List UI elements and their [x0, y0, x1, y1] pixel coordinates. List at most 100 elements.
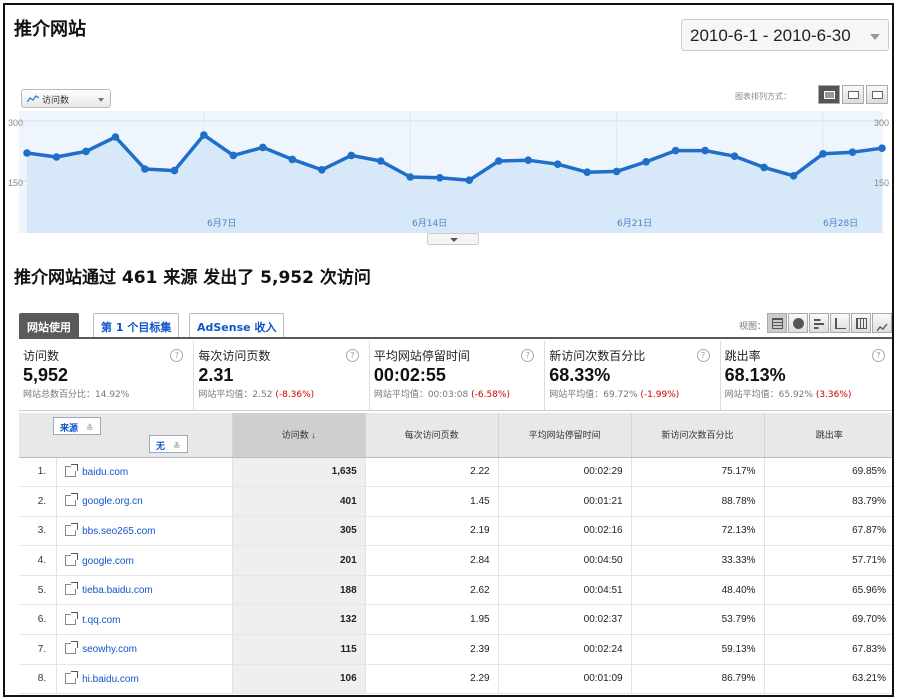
column-header-avg-time[interactable]: 平均网站停留时间 [498, 413, 632, 458]
scorecard: 访问数 5,952 网站总数百分比：14.92% ? 每次访问页数 2.31 网… [19, 341, 892, 411]
help-icon[interactable]: ? [872, 349, 886, 362]
new-visits-cell: 59.13% [631, 634, 765, 665]
scorecard-visits[interactable]: 访问数 5,952 网站总数百分比：14.92% ? [19, 341, 195, 410]
data-point-6/24[interactable] [701, 146, 709, 155]
chart-style-day-button[interactable] [818, 85, 840, 104]
source-link[interactable]: google.org.cn [82, 496, 143, 507]
data-point-6/19[interactable] [553, 160, 562, 168]
scorecard-pages-per-visit[interactable]: 每次访问页数 2.31 网站平均值：2.52 (-8.36%) ? [194, 341, 370, 410]
external-link-icon[interactable] [65, 493, 79, 507]
tab-site-usage[interactable]: 网站使用 [19, 313, 79, 337]
pages-per-visit-cell: 1.95 [365, 604, 499, 636]
external-link-icon[interactable] [65, 463, 79, 477]
bounce-rate-cell: 67.87% [764, 516, 892, 547]
data-point-6/6[interactable] [170, 166, 179, 175]
scorecard-value: 2.31 [198, 365, 234, 385]
view-bar-button[interactable] [809, 313, 829, 333]
data-point-6/23[interactable] [671, 146, 680, 155]
date-range-picker[interactable]: 2010-6-1 - 2010-6-30 [681, 19, 889, 51]
data-point-6/3[interactable] [82, 147, 90, 156]
view-label: 视图： [739, 322, 767, 332]
data-point-6/27[interactable] [789, 172, 798, 180]
data-point-6/7[interactable] [200, 131, 208, 139]
source-link[interactable]: google.com [82, 556, 134, 567]
view-trend-button[interactable] [872, 313, 892, 333]
bounce-rate-cell: 83.79% [764, 486, 892, 517]
view-table-button[interactable] [767, 313, 787, 333]
data-point-6/18[interactable] [524, 156, 533, 164]
avg-time-cell: 00:02:16 [498, 516, 632, 547]
data-point-6/1[interactable] [23, 149, 31, 157]
column-header-bounce-rate[interactable]: 跳出率 [764, 413, 892, 458]
data-point-6/16[interactable] [465, 176, 474, 184]
pages-per-visit-cell: 2.22 [365, 457, 499, 488]
external-link-icon[interactable] [65, 552, 79, 566]
table-view-icon [772, 318, 783, 329]
secondary-dimension-button[interactable]: 无 ≚ [149, 434, 188, 453]
collapse-chart-handle[interactable] [427, 233, 479, 245]
y-tick-300-left: 300 [8, 118, 23, 128]
graph-metric-selector[interactable]: 访问数 [21, 89, 111, 108]
tab-adsense-revenue[interactable]: AdSense 收入 [189, 313, 285, 337]
source-link[interactable]: baidu.com [82, 467, 128, 478]
source-link[interactable]: t.qq.com [82, 615, 120, 626]
column-header-visits[interactable]: 访问数 ↓ [232, 413, 366, 458]
view-comparison-button[interactable] [830, 313, 850, 333]
data-point-6/12[interactable] [347, 151, 356, 160]
help-icon[interactable]: ? [345, 349, 359, 362]
visits-cell: 132 [232, 604, 366, 636]
view-pie-button[interactable] [788, 313, 808, 333]
column-header-pages-per-visit[interactable]: 每次访问页数 [365, 413, 499, 458]
external-link-icon[interactable] [65, 641, 79, 655]
source-cell: bbs.seo265.com [56, 516, 233, 547]
chart-style-label: 图表排列方式： [735, 92, 791, 101]
scorecard-sub: 网站平均值：2.52 (-8.36%) [198, 387, 368, 400]
data-point-6/29[interactable] [848, 148, 857, 156]
bounce-rate-cell: 65.96% [764, 575, 892, 606]
data-point-6/13[interactable] [376, 157, 385, 165]
tab-goal-set-1[interactable]: 第 1 个目标集 [93, 313, 180, 337]
data-point-6/5[interactable] [141, 165, 149, 173]
scorecard-sub: 网站总数百分比：14.92% [23, 387, 193, 400]
source-link[interactable]: tieba.baidu.com [82, 585, 153, 596]
source-link[interactable]: seowhy.com [82, 644, 137, 655]
data-point-6/8[interactable] [229, 151, 238, 160]
data-point-6/15[interactable] [435, 174, 444, 182]
scorecard-new-visits[interactable]: 新访问次数百分比 68.33% 网站平均值：69.72% (-1.99%) ? [545, 341, 721, 410]
data-point-6/21[interactable] [612, 167, 621, 176]
scorecard-value: 68.13% [724, 365, 786, 385]
external-link-icon[interactable] [65, 582, 79, 596]
scorecard-avg-time-on-site[interactable]: 平均网站停留时间 00:02:55 网站平均值：00:03:08 (-6.58%… [370, 341, 546, 410]
data-point-6/25[interactable] [730, 152, 739, 160]
source-link[interactable]: bbs.seo265.com [82, 526, 155, 537]
data-point-6/17[interactable] [494, 157, 503, 165]
data-point-6/26[interactable] [760, 163, 768, 172]
data-point-6/20[interactable] [583, 168, 591, 176]
row-index: 6. [19, 604, 58, 636]
row-index: 1. [19, 457, 58, 488]
scorecard-bounce-rate[interactable]: 跳出率 68.13% 网站平均值：65.92% (3.36%) ? [721, 341, 892, 410]
data-point-6/22[interactable] [642, 158, 650, 166]
scorecard-label: 访问数 [23, 349, 60, 363]
column-header-new-visits[interactable]: 新访问次数百分比 [631, 413, 765, 458]
secondary-dimension-label: 无 [156, 440, 166, 451]
data-point-6/14[interactable] [406, 173, 415, 181]
help-icon[interactable]: ? [696, 349, 710, 362]
data-point-6/28[interactable] [819, 150, 827, 158]
chart-style-week-button[interactable] [842, 85, 864, 104]
external-link-icon[interactable] [65, 611, 79, 625]
source-cell: hi.baidu.com [56, 664, 233, 695]
data-point-6/9[interactable] [259, 143, 267, 152]
data-point-6/2[interactable] [52, 153, 61, 161]
chart-style-month-button[interactable] [866, 85, 888, 104]
data-point-6/10[interactable] [288, 155, 297, 164]
external-link-icon[interactable] [65, 522, 79, 536]
dimension-source-button[interactable]: 来源 ≚ [53, 416, 101, 435]
view-pivot-button[interactable] [851, 313, 871, 333]
x-label-jun14: 6月14日 [412, 218, 447, 229]
data-point-6/4[interactable] [111, 133, 120, 141]
external-link-icon[interactable] [65, 670, 79, 684]
data-point-6/30[interactable] [878, 144, 886, 152]
source-link[interactable]: hi.baidu.com [82, 674, 139, 685]
data-point-6/11[interactable] [318, 166, 326, 174]
